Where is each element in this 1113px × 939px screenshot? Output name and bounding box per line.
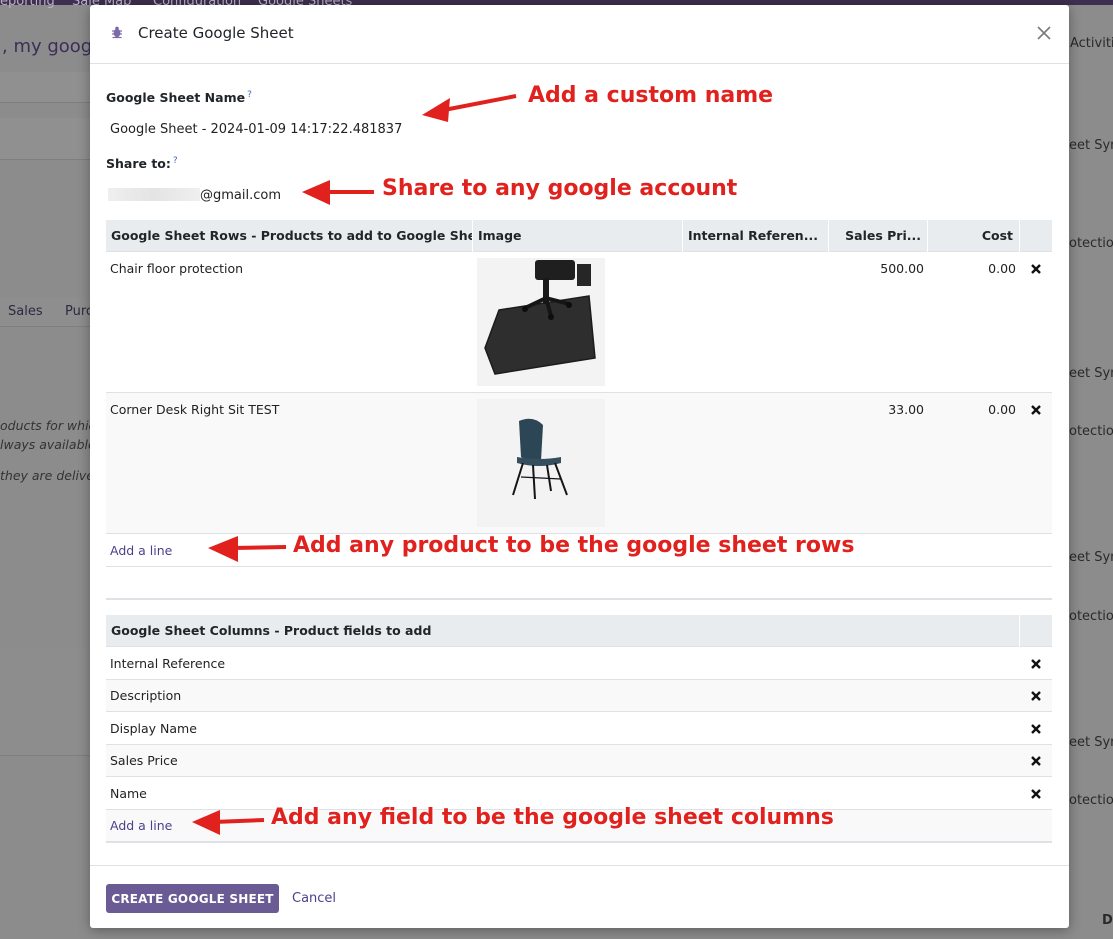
dialog-footer: CREATE GOOGLE SHEET Cancel (90, 865, 1069, 928)
close-icon[interactable] (1033, 22, 1055, 44)
nav-item-reporting: eporting (0, 0, 55, 9)
dialog-title: Create Google Sheet (138, 24, 294, 42)
background-panel (0, 118, 90, 160)
annotation-arrow-icon (422, 94, 517, 122)
empty-row (106, 567, 1052, 600)
delete-row-icon[interactable] (1028, 402, 1044, 418)
annotation-custom-name: Add a custom name (528, 83, 774, 108)
table-row[interactable]: Corner Desk Right Sit TEST 33.00 0.00 (106, 393, 1052, 534)
delete-row-icon[interactable] (1028, 656, 1044, 672)
background-right-text: otection (1069, 424, 1113, 439)
annotation-columns: Add any field to be the google sheet col… (271, 805, 834, 830)
annotation-arrow-icon (208, 536, 287, 562)
google-sheet-name-field[interactable]: Google Sheet - 2024-01-09 14:17:22.48183… (110, 122, 402, 137)
delete-row-icon[interactable] (1028, 688, 1044, 704)
field-name-cell: Description (110, 688, 182, 703)
rows-table-header: Google Sheet Rows - Products to add to G… (106, 220, 1052, 252)
add-product-line-link[interactable]: Add a line (110, 543, 172, 558)
column-header-cost[interactable]: Cost (928, 220, 1020, 252)
table-row[interactable]: Internal Reference (106, 647, 1052, 680)
column-header-product[interactable]: Google Sheet Rows - Products to add to G… (106, 220, 473, 252)
background-tab-sales: Sales (8, 304, 43, 319)
share-to-label: Share to:? (106, 156, 178, 171)
table-row[interactable]: Chair floor protection 500.00 0.00 (106, 252, 1052, 393)
table-row[interactable]: Description (106, 680, 1052, 712)
background-right-text: eet Sync (1069, 735, 1113, 750)
sales-price-cell: 33.00 (888, 402, 924, 417)
bug-icon (110, 25, 124, 39)
background-right-text: eet Sync (1069, 366, 1113, 381)
help-tooltip-icon[interactable]: ? (173, 156, 178, 166)
background-panel (0, 648, 90, 756)
cost-cell: 0.00 (988, 261, 1016, 276)
delete-row-icon[interactable] (1028, 753, 1044, 769)
cost-cell: 0.00 (988, 402, 1016, 417)
background-activities: Activiti (1070, 36, 1113, 51)
columns-table-header: Google Sheet Columns - Product fields to… (106, 615, 1052, 647)
background-tab-purchase: Purc (65, 304, 94, 319)
background-corner-text: D (1102, 913, 1113, 928)
background-italic-text: lways available (0, 437, 96, 452)
cancel-button[interactable]: Cancel (286, 884, 342, 913)
delete-row-icon[interactable] (1028, 721, 1044, 737)
chair-mat-image (477, 258, 605, 386)
annotation-rows: Add any product to be the google sheet r… (293, 533, 855, 558)
field-name-cell: Sales Price (110, 753, 178, 768)
column-header-actions (1020, 220, 1052, 252)
annotation-arrow-icon (192, 810, 265, 835)
background-right-text: eet Sync (1069, 550, 1113, 565)
redacted-email (108, 188, 200, 201)
help-tooltip-icon[interactable]: ? (247, 90, 252, 100)
annotation-share: Share to any google account (382, 176, 738, 201)
share-to-field[interactable]: @gmail.com (108, 188, 281, 203)
table-row[interactable]: Sales Price (106, 745, 1052, 777)
background-right-text: eet Sync (1069, 138, 1113, 153)
column-header-internal-reference[interactable]: Internal Referen... (683, 220, 829, 252)
add-field-line-link[interactable]: Add a line (110, 818, 172, 833)
product-name-cell: Chair floor protection (110, 261, 244, 276)
field-name-cell: Display Name (110, 721, 197, 736)
google-sheet-name-label-text: Google Sheet Name (106, 90, 246, 106)
background-right-text: otection (1069, 793, 1113, 808)
delete-row-icon[interactable] (1028, 261, 1044, 277)
google-sheet-name-label: Google Sheet Name? (106, 90, 252, 105)
table-row[interactable]: Display Name (106, 712, 1052, 745)
chair-image (477, 399, 605, 527)
column-header-fields[interactable]: Google Sheet Columns - Product fields to… (106, 615, 1020, 647)
annotation-arrow-icon (302, 180, 374, 205)
product-name-cell: Corner Desk Right Sit TEST (110, 402, 280, 417)
field-name-cell: Name (110, 786, 147, 801)
background-panel (0, 72, 90, 103)
column-header-sales-price[interactable]: Sales Pri... (829, 220, 928, 252)
background-italic-text: they are deliver (0, 468, 100, 483)
create-google-sheet-dialog: Create Google Sheet Google Sheet Name? G… (90, 5, 1069, 928)
background-right-text: otection (1069, 609, 1113, 624)
create-google-sheet-button[interactable]: CREATE GOOGLE SHEET (106, 884, 279, 913)
delete-row-icon[interactable] (1028, 786, 1044, 802)
field-name-cell: Internal Reference (110, 656, 226, 671)
background-right-text: otection (1069, 236, 1113, 251)
share-email-suffix: @gmail.com (200, 188, 282, 203)
column-header-actions (1020, 615, 1052, 647)
sales-price-cell: 500.00 (880, 261, 924, 276)
background-italic-text: oducts for whic (0, 418, 96, 433)
column-header-image[interactable]: Image (473, 220, 683, 252)
share-to-label-text: Share to: (106, 156, 171, 172)
dialog-header: Create Google Sheet (90, 5, 1069, 64)
